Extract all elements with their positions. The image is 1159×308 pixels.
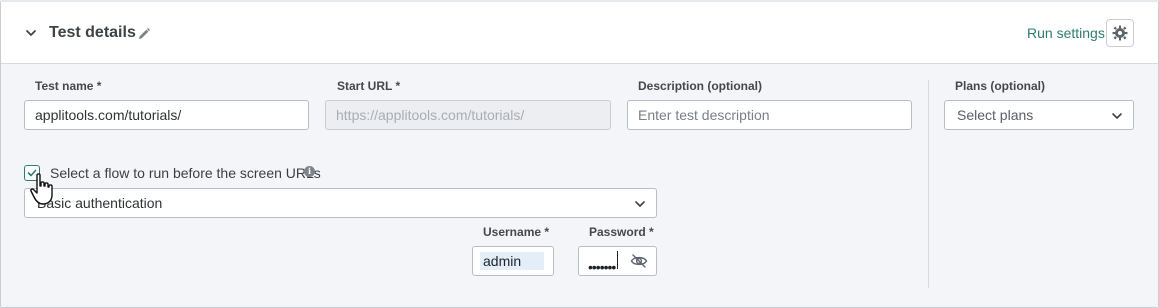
description-input[interactable]: Enter test description [627,100,912,130]
gear-icon [1112,25,1128,41]
password-value: ••••••• [588,259,616,275]
plans-select-value: Select plans [957,107,1034,123]
panel-title: Test details [49,24,136,41]
plans-label: Plans (optional) [955,79,1045,93]
chevron-down-icon[interactable] [25,27,37,39]
eye-off-icon[interactable] [630,253,648,269]
chevron-down-icon [635,201,645,207]
settings-button[interactable] [1106,19,1134,47]
start-url-input: https://applitools.com/tutorials/ [325,100,611,130]
text-caret [617,251,618,269]
plans-select[interactable]: Select plans [944,100,1134,130]
username-label: Username * [483,225,550,239]
flow-checkbox-label[interactable]: Select a flow to run before the screen U… [50,165,321,181]
chevron-down-icon [1112,113,1122,119]
test-name-input[interactable]: applitools.com/tutorials/ [24,100,309,130]
pencil-icon[interactable] [137,27,151,41]
test-name-label: Test name * [35,79,102,93]
start-url-label: Start URL * [337,79,401,93]
hand-cursor-icon [30,173,53,205]
column-divider [928,80,929,288]
run-settings-link[interactable]: Run settings [1027,25,1105,41]
info-icon[interactable]: i [304,166,315,177]
username-value: admin [483,253,522,269]
flow-select[interactable]: Basic authentication [24,188,657,218]
password-label: Password * [589,225,654,239]
panel-header: Test details Run settings [1,2,1158,64]
description-label: Description (optional) [638,79,762,93]
